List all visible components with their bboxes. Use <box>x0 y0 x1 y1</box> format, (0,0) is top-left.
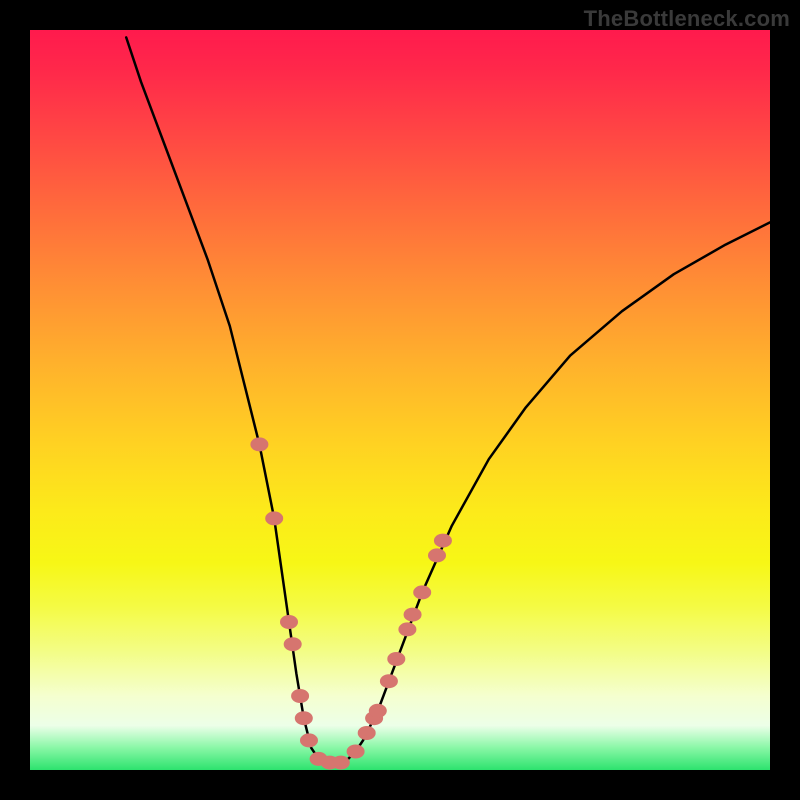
marker-point <box>428 548 446 562</box>
marker-point <box>265 511 283 525</box>
marker-point <box>295 711 313 725</box>
marker-point <box>398 622 416 636</box>
marker-point <box>404 608 422 622</box>
marker-point <box>291 689 309 703</box>
chart-svg <box>30 30 770 770</box>
highlight-markers <box>250 437 452 769</box>
marker-point <box>300 733 318 747</box>
marker-point <box>387 652 405 666</box>
marker-point <box>369 704 387 718</box>
marker-point <box>358 726 376 740</box>
marker-point <box>434 534 452 548</box>
bottleneck-curve <box>126 37 770 762</box>
curve-path <box>126 37 770 762</box>
marker-point <box>280 615 298 629</box>
watermark-text: TheBottleneck.com <box>584 6 790 32</box>
marker-point <box>347 745 365 759</box>
marker-point <box>284 637 302 651</box>
marker-point <box>413 585 431 599</box>
plot-area <box>30 30 770 770</box>
marker-point <box>250 437 268 451</box>
chart-frame: TheBottleneck.com <box>0 0 800 800</box>
marker-point <box>380 674 398 688</box>
marker-point <box>332 756 350 770</box>
